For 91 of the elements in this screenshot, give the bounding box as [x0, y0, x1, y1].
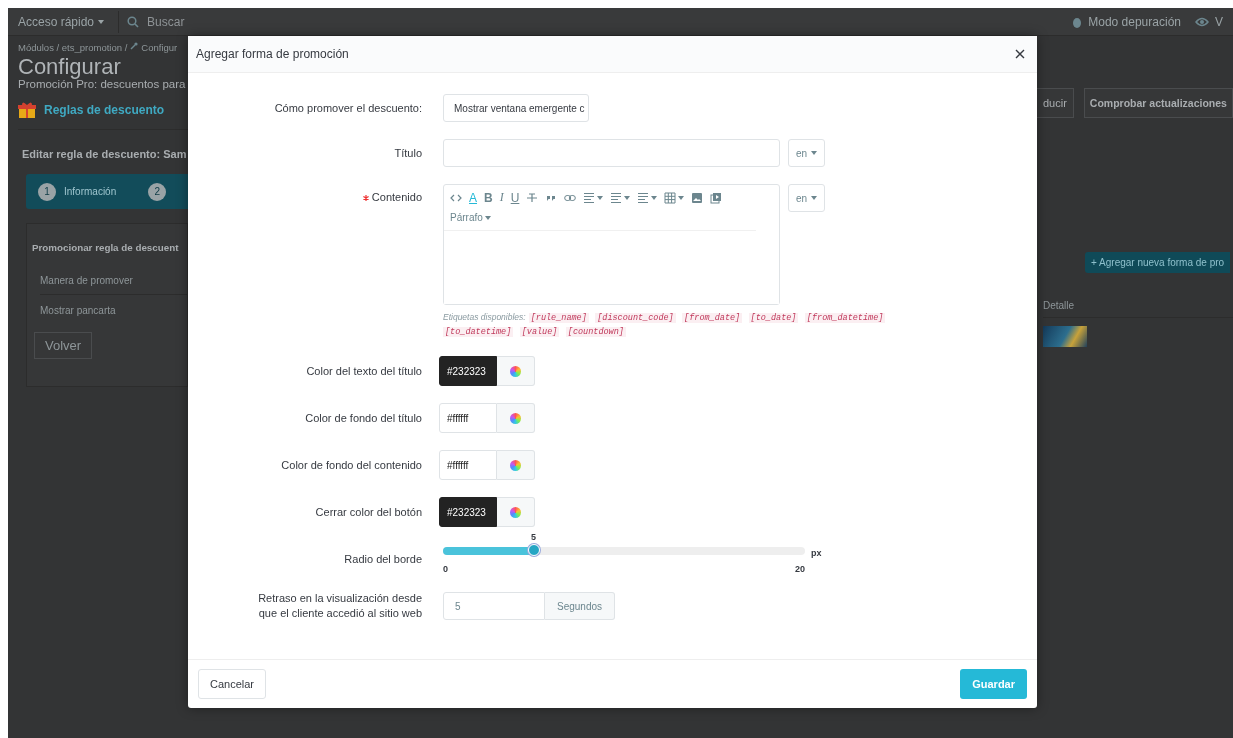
caret-icon	[811, 196, 818, 200]
field-label: Color de fondo del título	[305, 410, 422, 426]
tag-chip: [from_datetime]	[804, 313, 886, 323]
step-number[interactable]: 2	[148, 182, 167, 201]
modal-title: Agregar forma de promoción	[196, 47, 349, 61]
seconds-addon: Segundos	[545, 592, 616, 620]
close-button[interactable]	[1013, 47, 1027, 61]
format-button[interactable]: U	[510, 190, 520, 205]
check-updates-button[interactable]: Comprobar actualizaciones	[1083, 88, 1233, 118]
step-label[interactable]: Información	[64, 186, 117, 197]
field-label: Color del texto del título	[306, 363, 422, 379]
align-icon[interactable]	[583, 191, 596, 204]
page-title: Configurar	[18, 57, 122, 77]
page-subtitle: Promoción Pro: descuentos para	[18, 78, 187, 91]
add-promotion-button[interactable]: + Agregar nueva forma de pro	[1085, 252, 1231, 273]
slider-unit: px	[811, 547, 823, 558]
color-wheel-icon	[510, 506, 521, 518]
close-icon	[1015, 49, 1025, 59]
header-button[interactable]: ducir	[1037, 88, 1074, 118]
eye-icon	[1195, 16, 1209, 27]
banner-thumbnail	[1043, 326, 1087, 347]
gift-icon	[18, 101, 36, 119]
discount-rules-tab[interactable]: Reglas de descuento	[44, 103, 165, 117]
color-wheel-icon	[510, 459, 521, 471]
strikethrough-icon[interactable]	[526, 191, 539, 204]
slider-min: 0	[443, 564, 448, 574]
promotion-type-select[interactable]: Mostrar ventana emergente c	[443, 94, 589, 122]
edit-rule-title: Editar regla de descuento: Sam	[22, 148, 188, 160]
field-label: Contenido	[371, 190, 422, 205]
save-button[interactable]: Guardar	[960, 669, 1027, 699]
language-dropdown[interactable]: en	[788, 184, 826, 212]
color-picker-button[interactable]	[497, 403, 535, 433]
caret-icon	[597, 195, 604, 200]
tag-chip: [value]	[519, 327, 560, 337]
tags-label: Etiquetas disponibles:	[443, 312, 526, 322]
view-link[interactable]: V	[1215, 14, 1223, 29]
image-icon[interactable]	[691, 191, 704, 204]
step-number[interactable]: 1	[38, 182, 56, 201]
slider-max: 20	[795, 564, 805, 574]
color-picker-button[interactable]	[497, 497, 535, 527]
slider-track[interactable]	[443, 547, 805, 555]
color-input[interactable]: #ffffff	[439, 450, 497, 480]
field-label: Cómo promover el descuento:	[274, 100, 422, 116]
cancel-button[interactable]: Cancelar	[198, 669, 267, 699]
search-icon	[127, 15, 140, 28]
back-button[interactable]: Volver	[34, 332, 93, 359]
caret-icon	[624, 195, 631, 200]
paragraph-dropdown[interactable]: Párrafo	[450, 210, 491, 225]
table-icon[interactable]	[664, 191, 677, 204]
video-icon[interactable]	[710, 191, 723, 204]
breadcrumb-link[interactable]: Configur	[141, 42, 178, 53]
caret-icon	[678, 195, 685, 200]
format-button[interactable]: B	[484, 190, 493, 205]
caret-icon	[98, 19, 105, 24]
debug-mode-link[interactable]: Modo depuración	[1088, 14, 1181, 29]
delay-input[interactable]: 5	[443, 592, 545, 620]
tag-chip: [from_date]	[682, 313, 743, 323]
field-label: Título	[394, 145, 422, 161]
breadcrumb-path[interactable]: Módulos / ets_promotion /	[18, 42, 128, 53]
rich-text-editor[interactable]: A B I U Párrafo	[443, 184, 780, 305]
caret-icon	[811, 151, 818, 155]
search-field[interactable]: Buscar	[118, 10, 288, 33]
color-input[interactable]: #232323	[439, 497, 497, 527]
tag-chip: [to_datetime]	[443, 327, 514, 337]
field-label: Radio del borde	[344, 551, 422, 567]
slider-thumb[interactable]	[527, 544, 540, 556]
format-button[interactable]: I	[499, 190, 504, 205]
field-label: Color de fondo del contenido	[281, 457, 422, 473]
tag-chip: [rule_name]	[528, 313, 589, 323]
column-header: Manera de promover	[40, 275, 187, 295]
language-dropdown[interactable]: en	[788, 139, 826, 167]
caret-icon	[484, 215, 491, 220]
color-wheel-icon	[510, 412, 521, 424]
column-header: Detalle	[1043, 300, 1233, 318]
tag-chip: [to_date]	[748, 313, 799, 323]
color-picker-button[interactable]	[497, 356, 535, 386]
field-label: Retraso en la visualización desde que el cliente accedió al sitio web	[258, 591, 422, 621]
color-input[interactable]: #ffffff	[439, 403, 497, 433]
field-label: Cerrar color del botón	[315, 504, 422, 520]
format-button[interactable]: A	[469, 190, 477, 205]
panel-title: Promocionar regla de descuent	[32, 242, 180, 253]
table-cell-text: Mostrar pancarta	[40, 305, 117, 316]
quick-access-menu[interactable]: Acceso rápido	[18, 14, 105, 29]
title-input[interactable]	[443, 139, 780, 167]
caret-icon	[651, 195, 658, 200]
tag-chip: [countdown]	[565, 327, 626, 337]
color-wheel-icon	[510, 365, 521, 377]
tag-chip: [discount_code]	[595, 313, 676, 323]
color-picker-button[interactable]	[497, 450, 535, 480]
color-input[interactable]: #232323	[439, 356, 497, 386]
slider-value: 5	[531, 532, 536, 542]
